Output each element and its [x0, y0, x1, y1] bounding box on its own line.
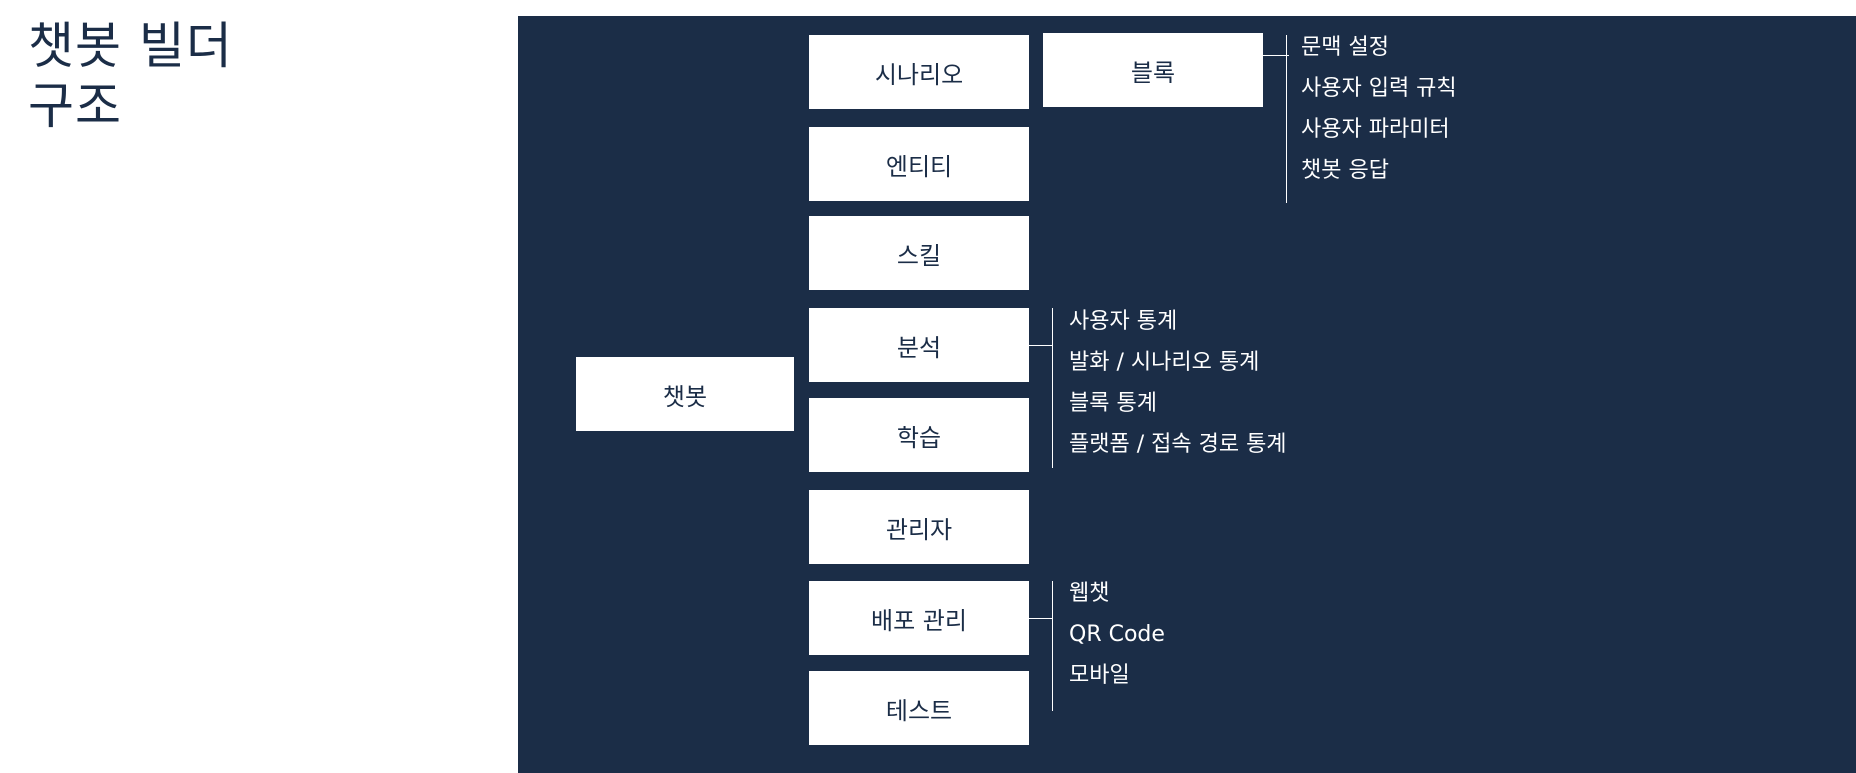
- analysis-connector-stub: [1029, 345, 1053, 346]
- deploy-item: 모바일: [1069, 663, 1130, 688]
- deploy-item: 웹챗: [1069, 581, 1110, 606]
- module-node-test: 테스트: [809, 671, 1029, 745]
- page-title-line2: 구조: [28, 77, 122, 135]
- deploy-item: QR Code: [1069, 622, 1165, 647]
- deploy-connector-stub: [1029, 618, 1053, 619]
- analysis-connector-bracket: [1052, 308, 1053, 468]
- page-title: 챗봇 빌더 구조: [28, 16, 448, 136]
- block-item: 사용자 파라미터: [1301, 117, 1450, 142]
- root-node-chatbot: 챗봇: [576, 357, 794, 431]
- block-item: 문맥 설정: [1301, 35, 1389, 60]
- analysis-item: 발화 / 시나리오 통계: [1069, 350, 1260, 375]
- module-node-learning: 학습: [809, 398, 1029, 472]
- module-node-scenario: 시나리오: [809, 35, 1029, 109]
- module-node-skill: 스킬: [809, 216, 1029, 290]
- page-title-line1: 챗봇 빌더: [28, 17, 233, 75]
- block-connector-bracket: [1286, 35, 1287, 203]
- module-node-deploy: 배포 관리: [809, 581, 1029, 655]
- scenario-block-node: 블록: [1043, 33, 1263, 107]
- block-item: 챗봇 응답: [1301, 158, 1389, 183]
- block-item: 사용자 입력 규칙: [1301, 76, 1457, 101]
- analysis-item: 플랫폼 / 접속 경로 통계: [1069, 432, 1287, 457]
- module-node-analysis: 분석: [809, 308, 1029, 382]
- analysis-item: 블록 통계: [1069, 391, 1157, 416]
- analysis-item: 사용자 통계: [1069, 309, 1178, 334]
- module-node-admin: 관리자: [809, 490, 1029, 564]
- module-node-entity: 엔티티: [809, 127, 1029, 201]
- diagram-panel: 챗봇 시나리오 엔티티 스킬 분석 학습 관리자 배포 관리 테스트 블록 문맥…: [518, 16, 1856, 773]
- deploy-connector-bracket: [1052, 581, 1053, 711]
